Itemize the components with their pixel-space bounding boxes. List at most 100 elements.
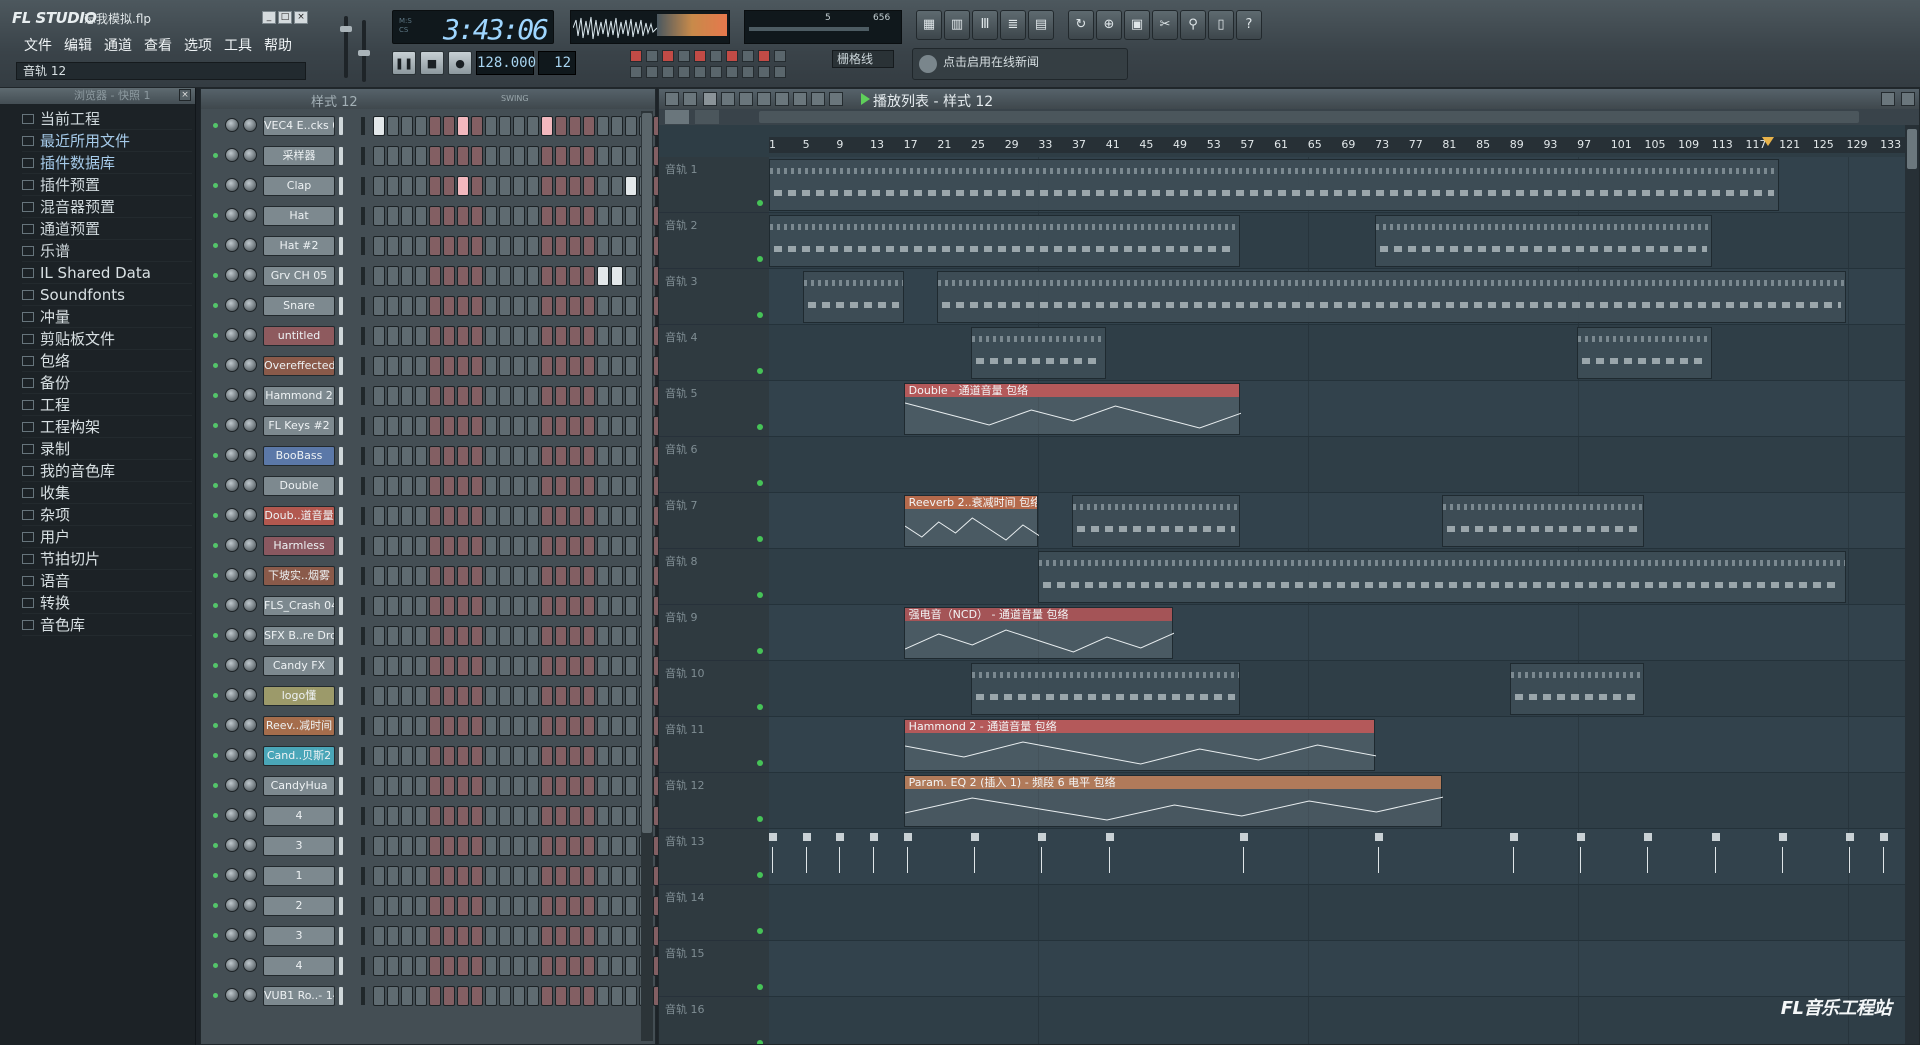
step-button[interactable] [569,506,581,526]
step-button[interactable] [583,716,595,736]
step-button[interactable] [527,686,539,706]
step-button[interactable] [583,926,595,946]
mixer-icon[interactable]: Ⅲ [972,10,998,40]
step-button[interactable] [373,986,385,1006]
step-button[interactable] [513,326,525,346]
step-button[interactable] [555,326,567,346]
channel-name-button[interactable]: Double [263,476,335,496]
step-button[interactable] [499,236,511,256]
pan-knob[interactable] [225,688,239,702]
step-button[interactable] [471,536,483,556]
step-button[interactable] [401,176,413,196]
step-button[interactable] [387,446,399,466]
browser-item[interactable]: 收集 [22,482,192,504]
step-button[interactable] [527,476,539,496]
channel-select[interactable] [339,357,343,375]
step-button[interactable] [569,386,581,406]
step-button[interactable] [611,386,623,406]
step-button[interactable] [415,506,427,526]
step-button[interactable] [555,866,567,886]
pan-knob[interactable] [225,328,239,342]
step-button[interactable] [625,236,637,256]
step-button[interactable] [485,446,497,466]
step-button[interactable] [625,866,637,886]
step-button[interactable] [569,866,581,886]
volume-knob[interactable] [243,658,257,672]
step-button[interactable] [625,416,637,436]
step-button[interactable] [597,236,609,256]
select-tool-icon[interactable] [811,92,825,106]
step-button[interactable] [569,296,581,316]
step-button[interactable] [555,656,567,676]
slip-tool-icon[interactable] [775,92,789,106]
tempo-display[interactable]: 128.000 [476,51,536,75]
song-position-marker[interactable] [1762,137,1775,146]
channel-select[interactable] [339,447,343,465]
track-header[interactable]: 音轨 11 [659,717,769,773]
channel-select[interactable] [339,417,343,435]
step-button[interactable] [471,206,483,226]
step-button[interactable] [485,386,497,406]
step-button[interactable] [443,296,455,316]
channel-led-icon[interactable] [213,243,218,248]
mixer-track-select[interactable] [361,717,365,735]
track-active-led[interactable] [757,592,763,598]
step-button[interactable] [415,386,427,406]
step-button[interactable] [541,116,553,136]
step-button[interactable] [625,626,637,646]
volume-knob[interactable] [243,598,257,612]
step-button[interactable] [597,206,609,226]
step-button[interactable] [387,926,399,946]
step-button[interactable] [415,446,427,466]
step-button[interactable] [527,806,539,826]
step-button[interactable] [457,866,469,886]
mixer-track-select[interactable] [361,837,365,855]
channel-select[interactable] [339,837,343,855]
step-button[interactable] [499,836,511,856]
pan-knob[interactable] [225,148,239,162]
track-lane[interactable] [769,437,1907,493]
track-header[interactable]: 音轨 6 [659,437,769,493]
step-button[interactable] [457,986,469,1006]
track-header[interactable]: 音轨 12 [659,773,769,829]
mixer-track-select[interactable] [361,267,365,285]
step-button[interactable] [401,506,413,526]
step-button[interactable] [555,176,567,196]
step-button[interactable] [387,596,399,616]
step-button[interactable] [387,806,399,826]
pan-knob[interactable] [225,568,239,582]
step-button[interactable] [597,356,609,376]
step-button[interactable] [401,806,413,826]
step-button[interactable] [387,356,399,376]
step-button[interactable] [513,506,525,526]
channel-name-button[interactable]: Hat #2 [263,236,335,256]
step-button[interactable] [499,266,511,286]
step-button[interactable] [611,956,623,976]
step-button[interactable] [471,266,483,286]
channel-led-icon[interactable] [213,843,218,848]
time-marker[interactable] [1880,833,1889,873]
step-button[interactable] [611,986,623,1006]
step-button[interactable] [527,656,539,676]
step-button[interactable] [429,506,441,526]
browser-item[interactable]: 当前工程 [22,108,192,130]
step-button[interactable] [625,476,637,496]
step-button[interactable] [429,236,441,256]
step-button[interactable] [429,956,441,976]
step-button[interactable] [513,536,525,556]
step-button[interactable] [597,896,609,916]
channel-select[interactable] [339,237,343,255]
step-button[interactable] [527,356,539,376]
vertical-scrollbar[interactable] [1905,125,1919,1044]
channel-select[interactable] [339,867,343,885]
step-button[interactable] [541,476,553,496]
step-button[interactable] [485,506,497,526]
step-button[interactable] [457,116,469,136]
step-button[interactable] [527,266,539,286]
channel-name-button[interactable]: logo懂 [263,686,335,706]
step-button[interactable] [373,236,385,256]
step-button[interactable] [429,476,441,496]
pan-knob[interactable] [225,658,239,672]
channel-select[interactable] [339,117,343,135]
step-button[interactable] [569,476,581,496]
